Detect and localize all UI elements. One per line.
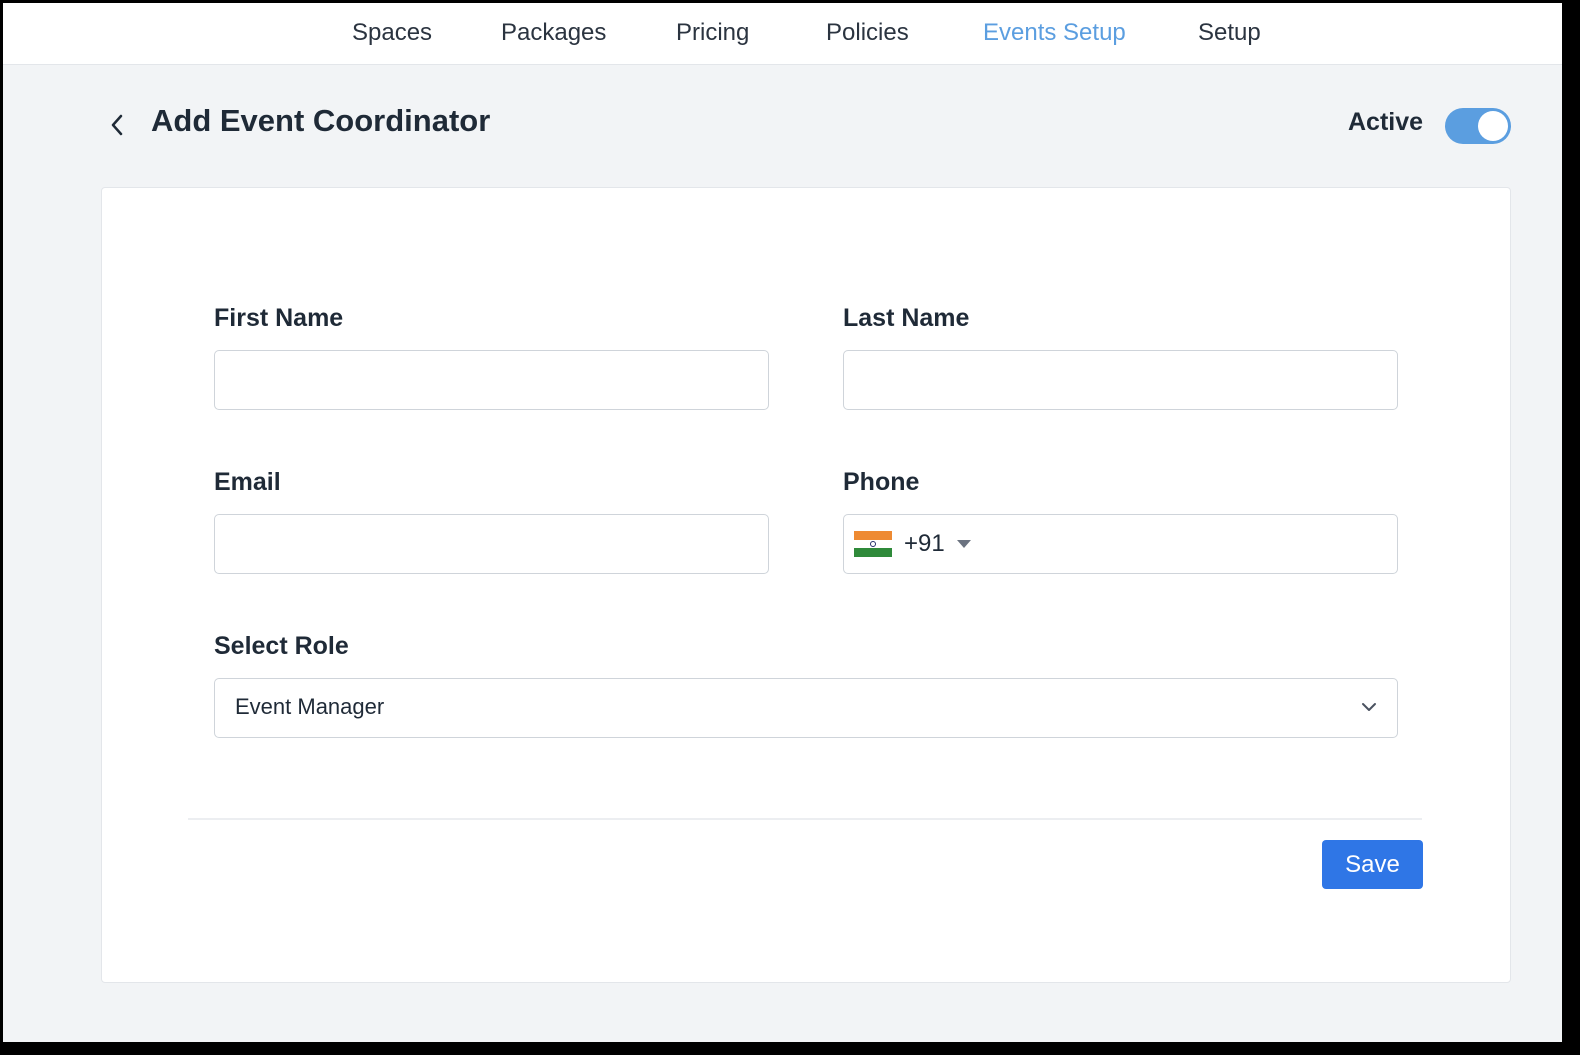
select-role-label: Select Role	[214, 632, 349, 660]
tab-policies[interactable]: Policies	[826, 19, 909, 47]
toggle-knob	[1478, 111, 1508, 141]
tab-events-setup[interactable]: Events Setup	[983, 19, 1126, 47]
chevron-down-icon	[1359, 697, 1379, 717]
first-name-input[interactable]	[214, 350, 769, 410]
tab-packages[interactable]: Packages	[501, 19, 606, 47]
role-selected-value: Event Manager	[235, 694, 385, 719]
form-divider	[188, 818, 1422, 820]
active-toggle[interactable]	[1445, 108, 1511, 144]
email-input[interactable]	[214, 514, 769, 574]
coordinator-form-card: First Name Last Name Email Phone +91 Sel…	[101, 187, 1511, 983]
caret-down-icon	[956, 540, 971, 548]
phone-field: +91	[843, 514, 1398, 574]
role-select[interactable]: Event Manager	[214, 678, 1398, 738]
phone-label: Phone	[843, 468, 920, 496]
tab-pricing[interactable]: Pricing	[676, 19, 749, 47]
page-title: Add Event Coordinator	[151, 103, 491, 138]
active-status-label: Active	[1348, 108, 1424, 136]
tab-setup[interactable]: Setup	[1198, 19, 1261, 47]
phone-input[interactable]	[989, 515, 1389, 572]
dial-code: +91	[904, 530, 945, 557]
first-name-label: First Name	[214, 304, 344, 332]
app-window: Spaces Packages Pricing Policies Events …	[3, 3, 1562, 1042]
email-label: Email	[214, 468, 281, 496]
last-name-input[interactable]	[843, 350, 1398, 410]
page-header: Add Event Coordinator Active	[3, 103, 1562, 149]
save-button[interactable]: Save	[1322, 840, 1423, 889]
tab-spaces[interactable]: Spaces	[352, 19, 432, 47]
top-navigation: Spaces Packages Pricing Policies Events …	[3, 3, 1562, 65]
last-name-label: Last Name	[843, 304, 970, 332]
country-code-select[interactable]: +91	[854, 527, 971, 561]
india-flag-icon	[854, 531, 892, 558]
chevron-left-icon[interactable]	[106, 111, 128, 139]
